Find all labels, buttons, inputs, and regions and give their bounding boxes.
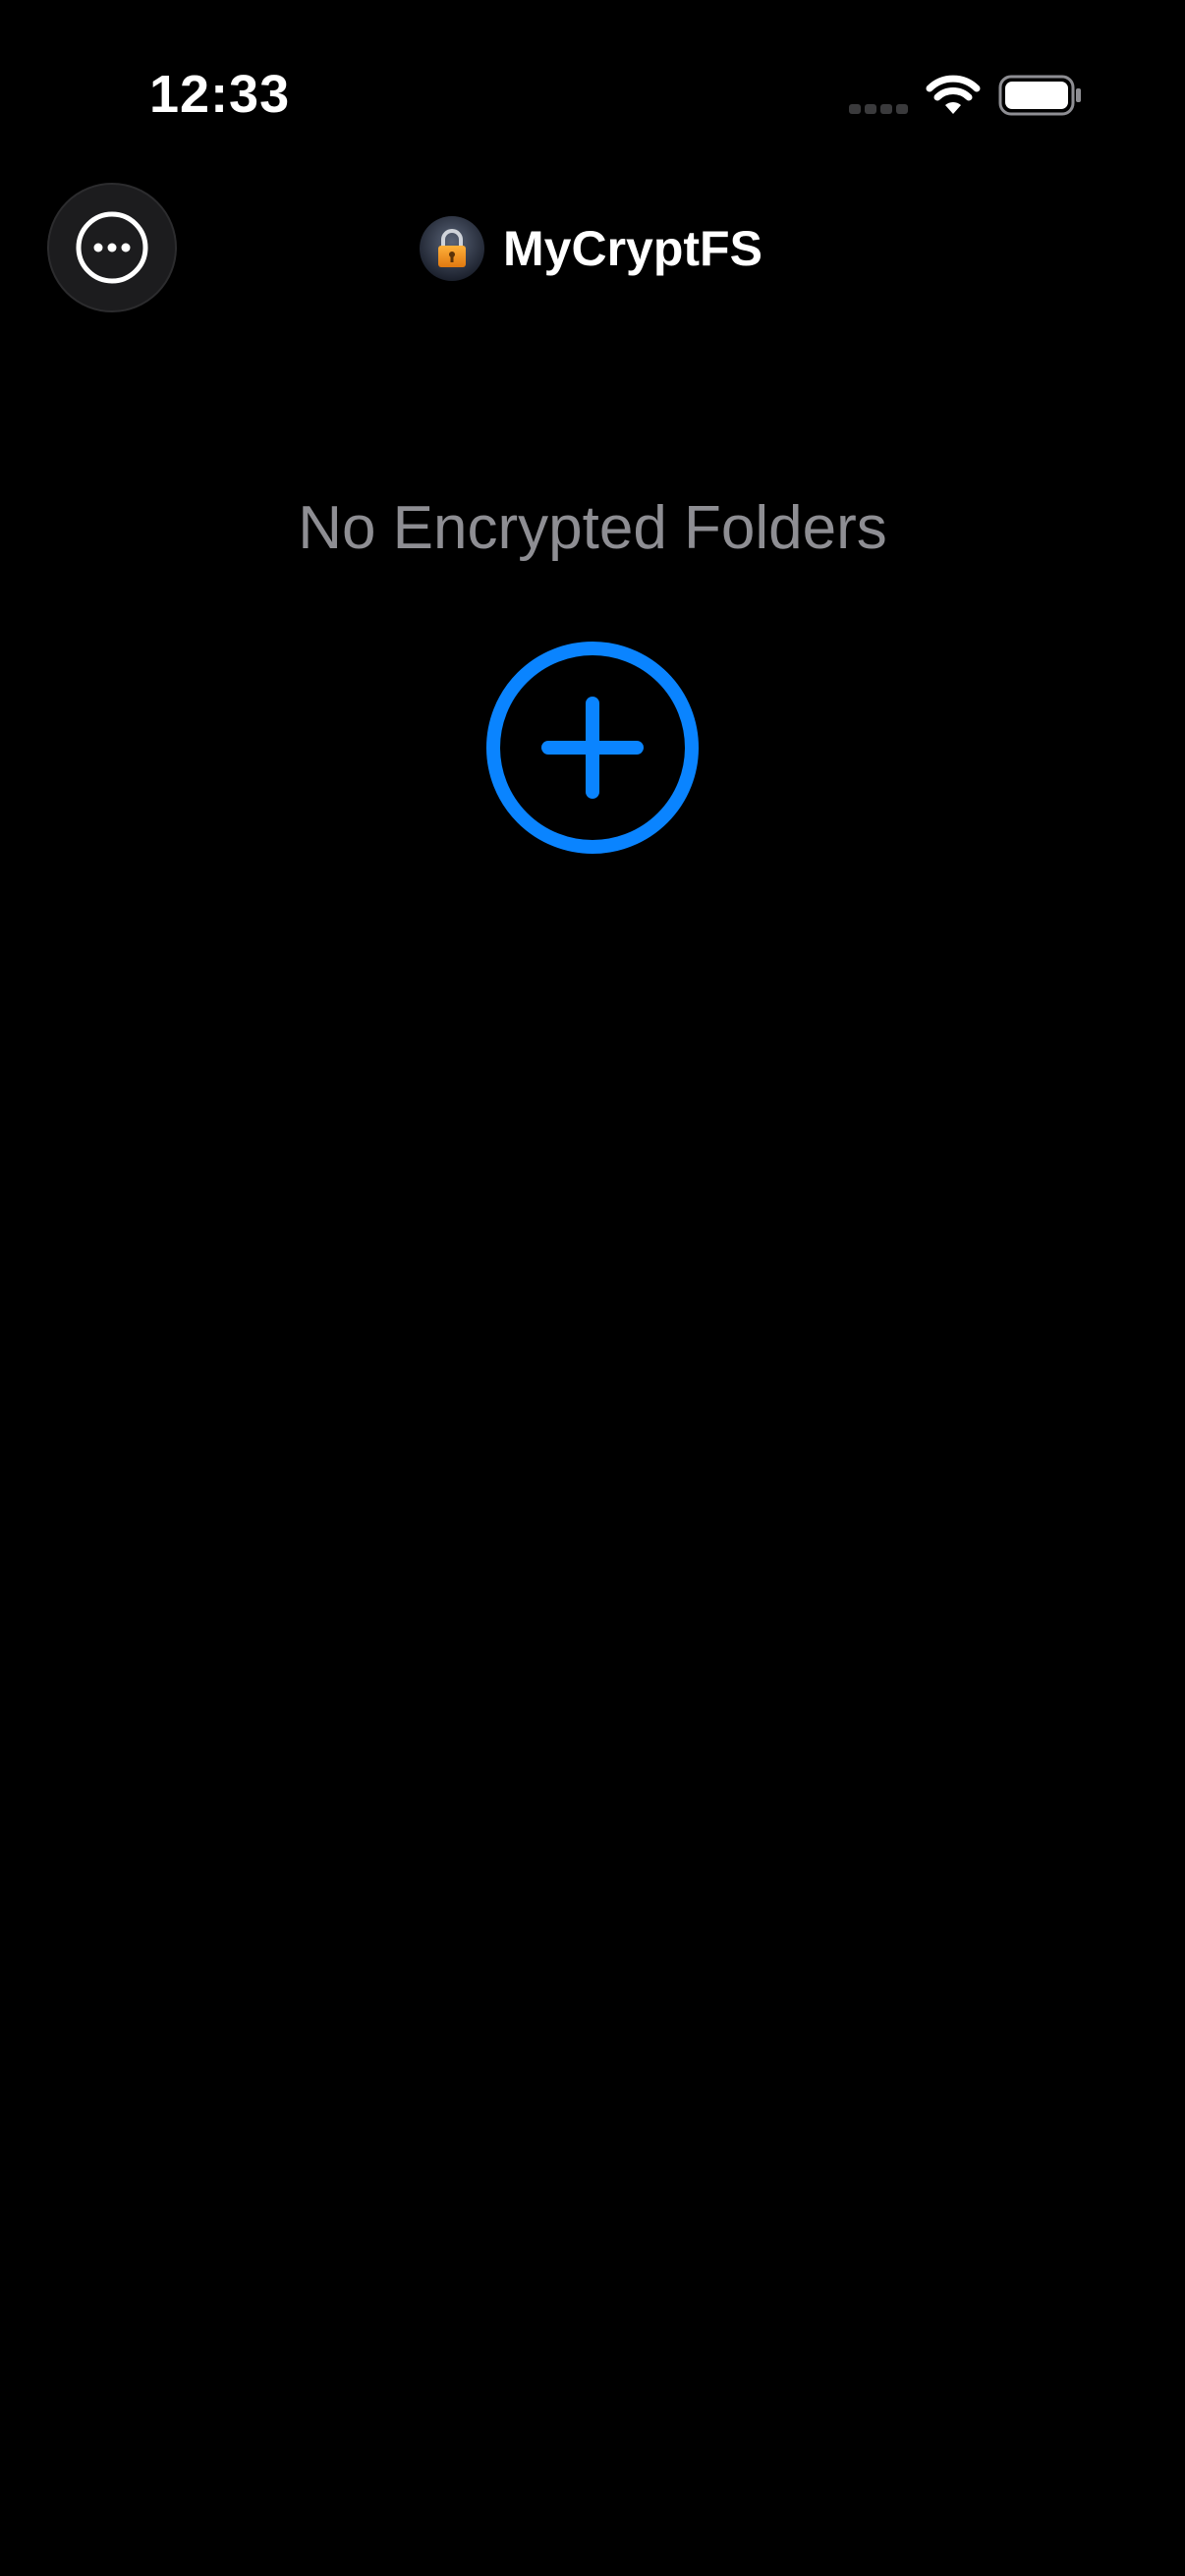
plus-circle-icon — [486, 642, 699, 854]
cellular-signal-icon — [849, 104, 908, 114]
status-time: 12:33 — [149, 65, 291, 124]
more-options-button[interactable] — [47, 183, 177, 312]
app-title: MyCryptFS — [503, 221, 762, 276]
add-folder-button[interactable] — [485, 641, 700, 855]
battery-icon — [998, 75, 1081, 116]
status-bar: 12:33 — [0, 0, 1185, 196]
ellipsis-circle-icon — [76, 211, 148, 284]
padlock-icon — [420, 216, 484, 281]
nav-title: MyCryptFS — [419, 214, 762, 283]
empty-state-message: No Encrypted Folders — [298, 494, 887, 562]
wifi-icon — [926, 75, 981, 114]
